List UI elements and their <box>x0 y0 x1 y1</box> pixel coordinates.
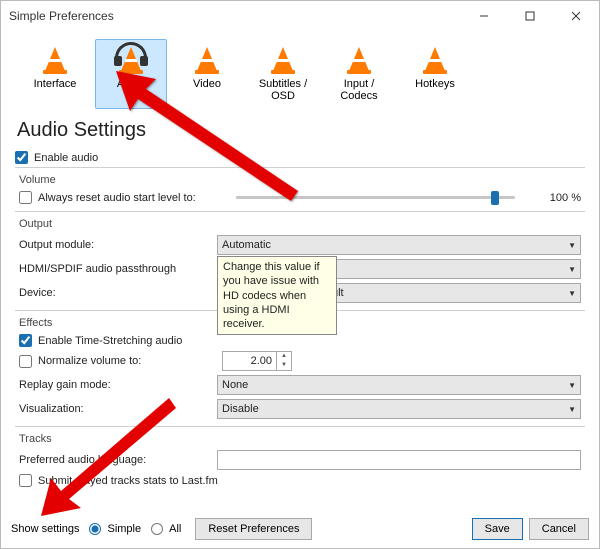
output-module-row: Output module: Automatic ▼ <box>15 234 585 256</box>
time-stretch-checkbox[interactable] <box>19 334 32 347</box>
enable-audio-row: Enable audio <box>11 150 589 165</box>
pref-lang-field[interactable] <box>217 450 581 470</box>
tab-interface[interactable]: Interface <box>19 39 91 109</box>
spinner-value: 2.00 <box>223 355 276 367</box>
preferences-window: Simple Preferences Interface Audio Video <box>0 0 600 549</box>
footer: Show settings Simple All Reset Preferenc… <box>11 518 589 540</box>
subtitles-icon <box>269 44 297 74</box>
minimize-button[interactable] <box>461 1 507 31</box>
volume-group: Volume Always reset audio start level to… <box>15 167 585 211</box>
enable-audio-label: Enable audio <box>34 152 98 164</box>
pref-lang-row: Preferred audio language: <box>15 449 585 471</box>
tracks-group-title: Tracks <box>19 433 585 445</box>
reset-level-checkbox[interactable] <box>19 191 32 204</box>
tooltip: Change this value if you have issue with… <box>217 256 337 335</box>
chevron-down-icon: ▼ <box>568 265 576 274</box>
chevron-down-icon: ▼ <box>568 289 576 298</box>
titlebar: Simple Preferences <box>1 1 599 31</box>
interface-icon <box>41 44 69 74</box>
spin-up-icon[interactable]: ▲ <box>277 352 291 361</box>
reset-preferences-button[interactable]: Reset Preferences <box>195 518 312 540</box>
replay-gain-combo[interactable]: None ▼ <box>217 375 581 395</box>
combo-value: Automatic <box>222 239 271 251</box>
tab-label: Video <box>193 78 221 90</box>
show-all-radio[interactable] <box>151 523 163 535</box>
passthrough-label: HDMI/SPDIF audio passthrough <box>19 263 217 275</box>
device-label: Device: <box>19 287 217 299</box>
tab-label: Interface <box>34 78 77 90</box>
tab-subtitles[interactable]: Subtitles / OSD <box>247 39 319 109</box>
show-all-label: All <box>169 523 181 535</box>
pref-lang-label: Preferred audio language: <box>19 454 217 466</box>
tab-label: Subtitles / OSD <box>259 78 307 102</box>
tab-video[interactable]: Video <box>171 39 243 109</box>
volume-slider[interactable] <box>236 196 515 199</box>
show-settings-group: Show settings Simple All Reset Preferenc… <box>11 518 312 540</box>
page-title: Audio Settings <box>17 119 589 142</box>
reset-level-label: Always reset audio start level to: <box>38 192 196 204</box>
tracks-group: Tracks Preferred audio language: Submit … <box>15 426 585 494</box>
slider-thumb[interactable] <box>491 191 499 205</box>
output-group-title: Output <box>19 218 585 230</box>
maximize-button[interactable] <box>507 1 553 31</box>
output-module-combo[interactable]: Automatic ▼ <box>217 235 581 255</box>
window-title: Simple Preferences <box>9 9 461 23</box>
hotkeys-icon <box>421 44 449 74</box>
tab-label: Input / Codecs <box>340 78 377 102</box>
chevron-down-icon: ▼ <box>568 405 576 414</box>
visualization-row: Visualization: Disable ▼ <box>15 398 585 420</box>
window-controls <box>461 1 599 31</box>
lastfm-checkbox[interactable] <box>19 474 32 487</box>
save-button[interactable]: Save <box>472 518 523 540</box>
normalize-label: Normalize volume to: <box>38 355 222 367</box>
replay-gain-label: Replay gain mode: <box>19 379 217 391</box>
lastfm-row: Submit played tracks stats to Last.fm <box>15 473 585 488</box>
video-icon <box>193 44 221 74</box>
cancel-button[interactable]: Cancel <box>529 518 589 540</box>
chevron-down-icon: ▼ <box>568 241 576 250</box>
visualization-label: Visualization: <box>19 403 217 415</box>
audio-icon <box>117 44 145 74</box>
time-stretch-label: Enable Time-Stretching audio <box>38 335 182 347</box>
normalize-checkbox[interactable] <box>19 355 32 368</box>
volume-percent: 100 % <box>521 192 581 204</box>
combo-value: None <box>222 379 248 391</box>
volume-slider-wrap: 100 % <box>236 192 581 204</box>
show-simple-label: Simple <box>107 523 141 535</box>
visualization-combo[interactable]: Disable ▼ <box>217 399 581 419</box>
tab-hotkeys[interactable]: Hotkeys <box>399 39 471 109</box>
show-simple-radio[interactable] <box>89 523 101 535</box>
enable-audio-checkbox[interactable] <box>15 151 28 164</box>
reset-level-row: Always reset audio start level to: 100 % <box>15 190 585 205</box>
spin-down-icon[interactable]: ▼ <box>277 361 291 370</box>
normalize-row: Normalize volume to: 2.00 ▲▼ <box>15 350 585 372</box>
chevron-down-icon: ▼ <box>568 381 576 390</box>
replay-gain-row: Replay gain mode: None ▼ <box>15 374 585 396</box>
tab-input-codecs[interactable]: Input / Codecs <box>323 39 395 109</box>
combo-value: Disable <box>222 403 259 415</box>
spinner-buttons[interactable]: ▲▼ <box>276 352 291 370</box>
category-tabs: Interface Audio Video Subtitles / OSD In… <box>11 35 589 113</box>
tab-label: Hotkeys <box>415 78 455 90</box>
tab-audio[interactable]: Audio <box>95 39 167 109</box>
close-button[interactable] <box>553 1 599 31</box>
volume-group-title: Volume <box>19 174 585 186</box>
lastfm-label: Submit played tracks stats to Last.fm <box>38 475 218 487</box>
output-module-label: Output module: <box>19 239 217 251</box>
normalize-spinner[interactable]: 2.00 ▲▼ <box>222 351 292 371</box>
show-settings-label: Show settings <box>11 523 79 535</box>
codecs-icon <box>345 44 373 74</box>
tab-label: Audio <box>117 78 145 90</box>
